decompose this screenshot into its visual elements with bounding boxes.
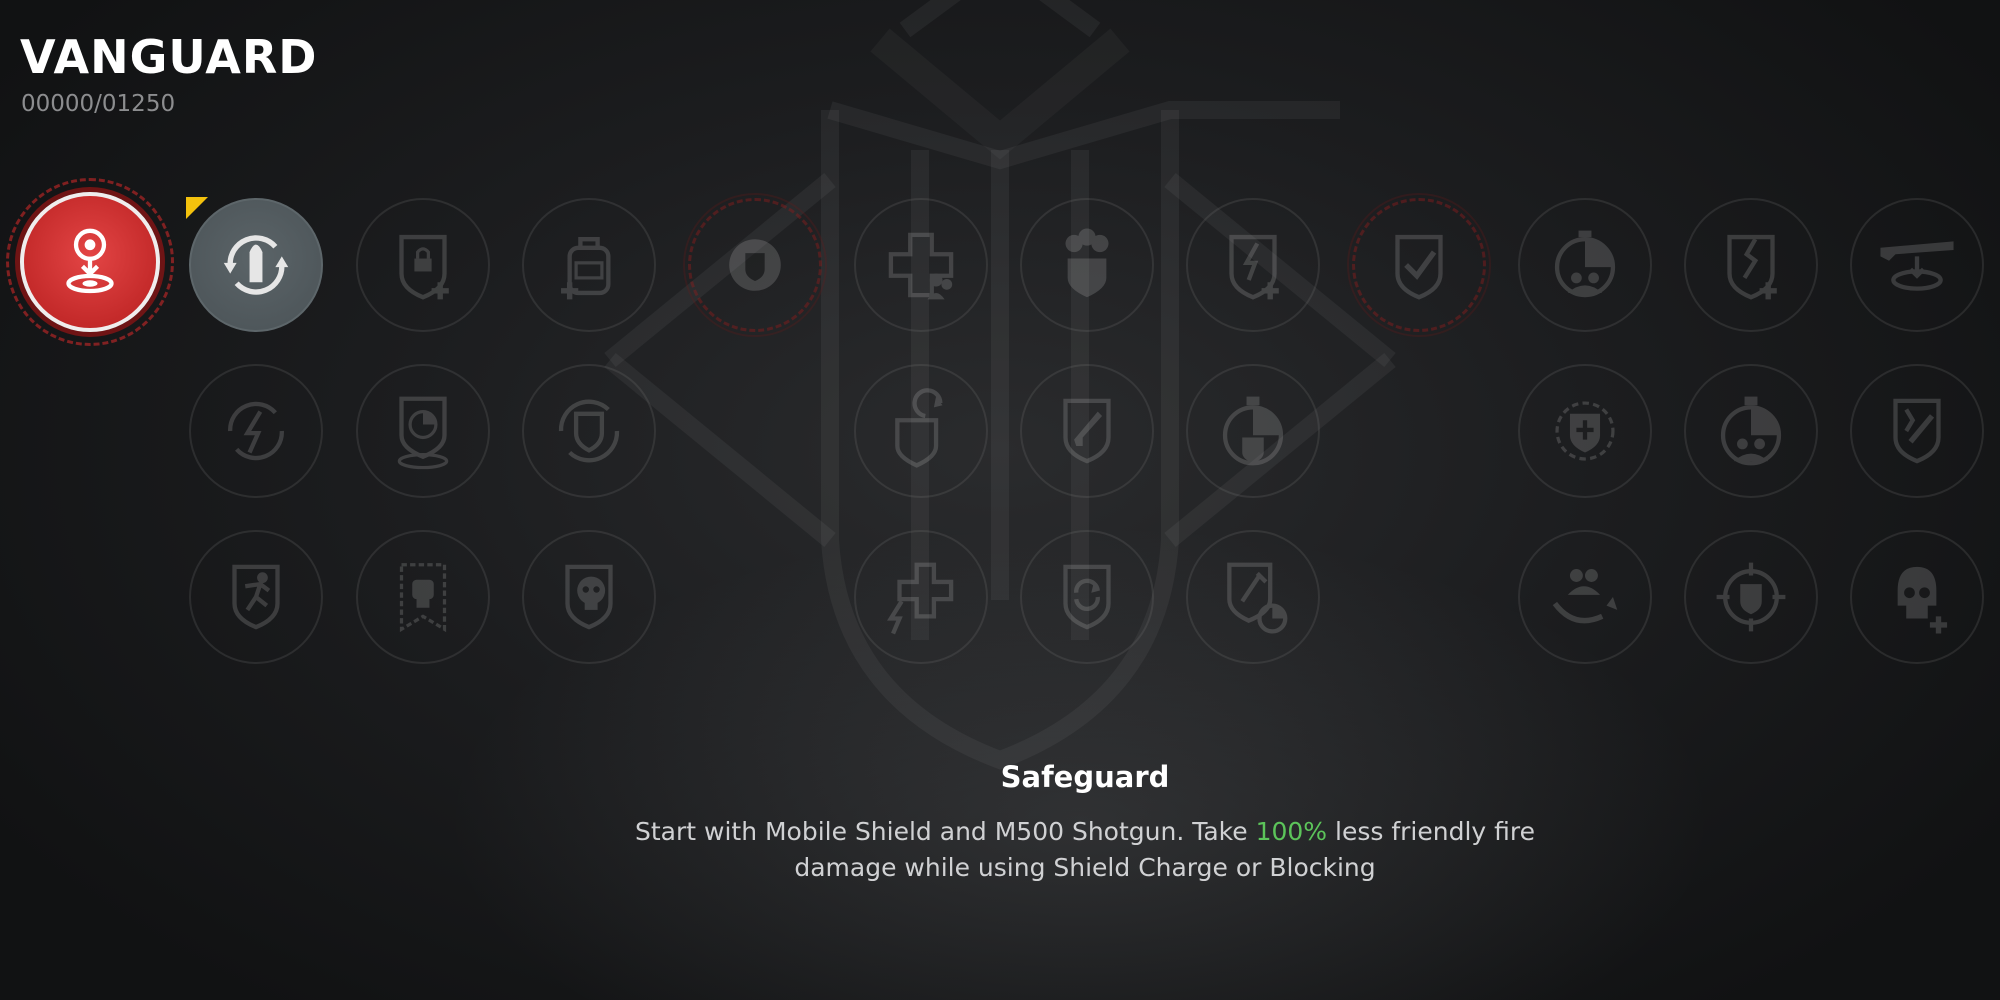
- perk-tree-screen: VANGUARD 00000/01250 Safeguard Start wit…: [0, 0, 2000, 1000]
- skull-plus-icon: [1897, 566, 1948, 634]
- grenade-team-icon: [1720, 396, 1782, 466]
- perk-node-1-11[interactable]: [1684, 198, 1818, 332]
- perk-node-3-8[interactable]: [1684, 530, 1818, 664]
- perk-node-2-7[interactable]: [1518, 364, 1652, 498]
- shield-rifle-icon: [1063, 398, 1111, 464]
- perk-node-3-3[interactable]: [522, 530, 656, 664]
- perk-node-2-4[interactable]: [854, 364, 988, 498]
- perk-node-1-6[interactable]: [854, 198, 988, 332]
- perk-node-3-4[interactable]: [854, 530, 988, 664]
- bolt-medkit-icon: [887, 562, 954, 635]
- deploy-shield-icon: [66, 228, 114, 294]
- perk-node-safeguard[interactable]: [6, 178, 174, 346]
- shield-refresh-icon: [1063, 564, 1111, 630]
- perk-node-2-1[interactable]: [189, 364, 323, 498]
- shield-crack-plus-icon: [1727, 234, 1777, 300]
- perk-description-panel: Safeguard Start with Mobile Shield and M…: [600, 760, 1570, 886]
- banner-fist-icon: [399, 563, 447, 633]
- xp-progress: 00000/01250: [21, 91, 176, 117]
- shield-bolt-plus-icon: [1229, 234, 1279, 300]
- perk-node-1-3[interactable]: [356, 198, 490, 332]
- shield-melee-timer-icon: [1227, 562, 1288, 634]
- perk-node-3-2[interactable]: [356, 530, 490, 664]
- target-shield-icon: [1716, 562, 1786, 632]
- shield-timer-icon: [397, 396, 449, 470]
- shield-medic-icon: [1555, 401, 1615, 461]
- ammo-cycle-icon: [223, 235, 289, 295]
- perk-node-2-3[interactable]: [522, 364, 656, 498]
- perk-node-3-1[interactable]: [189, 530, 323, 664]
- perk-node-2-8[interactable]: [1684, 364, 1818, 498]
- shield-cycle-icon: [558, 399, 620, 463]
- perk-node-ammo-cycle[interactable]: [189, 198, 323, 332]
- timer-team-icon: [1554, 230, 1616, 298]
- perk-node-2-6[interactable]: [1186, 364, 1320, 498]
- perk-node-3-5[interactable]: [1020, 530, 1154, 664]
- perk-title: Safeguard: [1000, 760, 1170, 794]
- shield-skull-icon: [565, 564, 613, 630]
- perk-description-text: Start with Mobile Shield and M500 Shotgu…: [600, 814, 1570, 886]
- perk-node-3-7[interactable]: [1518, 530, 1652, 664]
- bolt-cycle-icon: [228, 401, 284, 461]
- perk-node-2-9[interactable]: [1850, 364, 1984, 498]
- shield-class-icon: [729, 239, 781, 291]
- backpack-plus-icon: [561, 237, 611, 300]
- skulls-shield-icon: [1065, 228, 1109, 298]
- perk-node-class-slot-1[interactable]: [683, 193, 827, 337]
- weapon-zone-icon: [1880, 241, 1954, 291]
- perk-value-highlight: 100%: [1255, 817, 1328, 846]
- shield-check-icon: [1395, 234, 1443, 300]
- perk-node-2-2[interactable]: [356, 364, 490, 498]
- perk-node-1-8[interactable]: [1186, 198, 1320, 332]
- perk-node-1-4[interactable]: [522, 198, 656, 332]
- medkit-team-icon: [888, 232, 954, 300]
- perk-node-1-7[interactable]: [1020, 198, 1154, 332]
- perk-node-3-9[interactable]: [1850, 530, 1984, 664]
- perk-node-1-12[interactable]: [1850, 198, 1984, 332]
- shield-runner-icon: [232, 564, 280, 630]
- grenade-shield-icon: [1222, 396, 1284, 466]
- shield-regen-icon: [895, 388, 943, 468]
- new-perk-flag: [186, 197, 208, 219]
- perk-node-3-6[interactable]: [1186, 530, 1320, 664]
- perk-node-class-slot-2[interactable]: [1347, 193, 1491, 337]
- class-name-title: VANGUARD: [20, 30, 318, 84]
- shield-break-icon: [1893, 398, 1941, 464]
- team-hand-icon: [1552, 569, 1618, 624]
- perk-node-2-5[interactable]: [1020, 364, 1154, 498]
- perk-description-lead: Start with Mobile Shield and M500 Shotgu…: [634, 817, 1256, 846]
- shield-lock-plus-icon: [399, 234, 449, 300]
- perk-node-1-10[interactable]: [1518, 198, 1652, 332]
